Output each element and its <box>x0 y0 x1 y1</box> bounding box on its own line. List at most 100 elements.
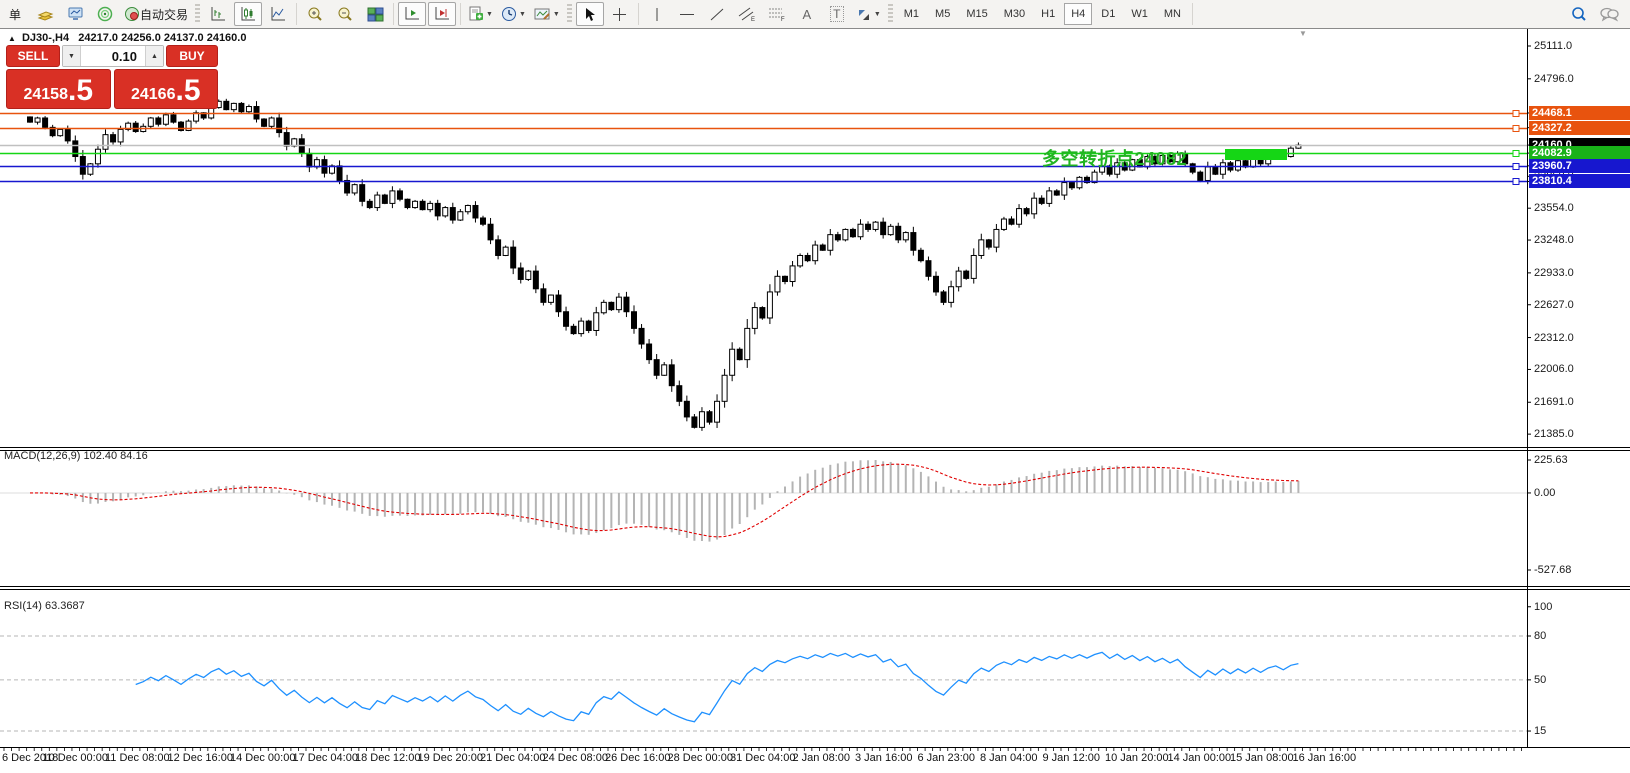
autotrade-label: 自动交易 <box>140 6 188 23</box>
line-anchor-handle[interactable] <box>1513 179 1519 185</box>
sell-button[interactable]: SELL <box>6 45 60 67</box>
market-watch-icon[interactable] <box>61 2 89 26</box>
dropdown-icon: ▼ <box>874 11 881 18</box>
time-axis-label: 17 Dec 04:00 <box>293 752 358 764</box>
toolbar-grip[interactable] <box>888 4 893 24</box>
timeframe-button-mn[interactable]: MN <box>1157 3 1188 25</box>
scroll-marker-icon[interactable]: ▼ <box>1299 29 1307 38</box>
search-button[interactable] <box>1565 2 1593 26</box>
chart-window-icon[interactable] <box>31 2 59 26</box>
tile-windows-icon <box>367 7 384 22</box>
macd-axis-label: -527.68 <box>1534 564 1571 576</box>
indicators-button[interactable]: ▼ <box>465 2 496 26</box>
rsi-axis-label: 15 <box>1534 725 1546 737</box>
svg-text:F: F <box>781 17 785 22</box>
tile-windows-button[interactable] <box>361 2 389 26</box>
one-click-trading-panel: SELL ▼ 0.10 ▲ BUY 24158 .5 24166 .5 <box>6 45 218 109</box>
toolbar-separator <box>460 3 461 25</box>
timeframe-button-h4[interactable]: H4 <box>1064 3 1092 25</box>
price-axis-label: 22312.0 <box>1534 332 1574 344</box>
zoom-in-button[interactable] <box>301 2 329 26</box>
volume-decrease-button[interactable]: ▼ <box>63 46 81 66</box>
chat-icon <box>1599 6 1619 22</box>
bar-chart-icon <box>209 6 227 22</box>
bid-price-button[interactable]: 24158 .5 <box>6 69 111 109</box>
arrows-tool-button[interactable]: ▼ <box>853 2 884 26</box>
comments-button[interactable] <box>1595 2 1623 26</box>
clock-icon <box>501 6 517 22</box>
templates-button[interactable]: ▼ <box>531 2 563 26</box>
mt4-window: 单 自动交易 <box>0 0 1630 773</box>
book-icon <box>37 7 54 22</box>
price-axis-label: 21385.0 <box>1534 428 1574 440</box>
line-anchor-handle[interactable] <box>1513 164 1519 170</box>
text-tool-button[interactable]: A <box>793 2 821 26</box>
search-icon <box>1570 6 1588 23</box>
rsi-indicator-label: RSI(14) 63.3687 <box>4 600 85 612</box>
vline-tool-button[interactable] <box>643 2 671 26</box>
line-anchor-handle[interactable] <box>1513 111 1519 117</box>
line-anchor-handle[interactable] <box>1513 151 1519 157</box>
volume-input[interactable]: 0.10 <box>81 46 145 66</box>
annotation-text[interactable]: 多空转折点24082 <box>1042 145 1232 171</box>
signal-icon <box>97 6 114 22</box>
annotation-highlight-rect[interactable] <box>1225 149 1287 160</box>
label-tool-button[interactable]: T <box>823 2 851 26</box>
timeframe-button-m15[interactable]: M15 <box>959 3 994 25</box>
price-axis-label: 23554.0 <box>1534 202 1574 214</box>
line-chart-icon <box>269 6 287 22</box>
line-anchor-handle[interactable] <box>1513 126 1519 132</box>
timeframe-bar: M1M5M15M30H1H4D1W1MN <box>896 3 1189 25</box>
fibonacci-icon: F <box>768 6 786 22</box>
new-order-button[interactable]: 单 <box>1 2 29 26</box>
toolbar-right <box>1564 2 1624 26</box>
chart-shift-icon <box>433 6 451 22</box>
price-axis-label: 24796.0 <box>1534 73 1574 85</box>
toolbar-grip[interactable] <box>567 4 572 24</box>
volume-stepper: ▼ 0.10 ▲ <box>62 45 164 67</box>
toolbar-grip[interactable] <box>195 4 200 24</box>
horizontal-line-icon <box>679 7 695 22</box>
volume-increase-button[interactable]: ▲ <box>145 46 163 66</box>
signals-icon[interactable] <box>91 2 119 26</box>
macd-indicator-label: MACD(12,26,9) 102.40 84.16 <box>4 450 148 462</box>
fibonacci-tool-button[interactable]: F <box>763 2 791 26</box>
zoom-in-icon <box>306 6 324 23</box>
time-axis-label: 18 Dec 12:00 <box>355 752 420 764</box>
textbox-tool-label: T <box>830 6 843 22</box>
oneclick-toggle-icon[interactable]: ▲ <box>8 34 16 43</box>
auto-scroll-button[interactable] <box>398 2 426 26</box>
ask-pips: .5 <box>175 76 200 106</box>
dropdown-icon: ▼ <box>486 11 493 18</box>
timeframe-button-m1[interactable]: M1 <box>897 3 926 25</box>
buy-button[interactable]: BUY <box>166 45 218 67</box>
ask-price-button[interactable]: 24166 .5 <box>114 69 219 109</box>
time-axis-label: 8 Jan 04:00 <box>980 752 1038 764</box>
periods-button[interactable]: ▼ <box>498 2 529 26</box>
line-chart-button[interactable] <box>264 2 292 26</box>
autotrade-button[interactable]: 自动交易 <box>121 2 191 26</box>
bar-chart-button[interactable] <box>204 2 232 26</box>
timeframe-button-m5[interactable]: M5 <box>928 3 957 25</box>
zoom-out-button[interactable] <box>331 2 359 26</box>
chart-canvas[interactable] <box>0 0 1630 773</box>
hline-tool-button[interactable] <box>673 2 701 26</box>
candle-chart-button[interactable] <box>234 2 262 26</box>
price-tag: 24327.2 <box>1529 121 1630 135</box>
crosshair-tool-button[interactable] <box>606 2 634 26</box>
trendline-tool-button[interactable] <box>703 2 731 26</box>
timeframe-button-h1[interactable]: H1 <box>1034 3 1062 25</box>
crosshair-icon <box>612 7 627 22</box>
time-axis-label: 24 Dec 08:00 <box>543 752 608 764</box>
channel-tool-button[interactable]: E <box>733 2 761 26</box>
timeframe-button-d1[interactable]: D1 <box>1094 3 1122 25</box>
price-tag: 23810.4 <box>1529 174 1630 188</box>
timeframe-button-w1[interactable]: W1 <box>1124 3 1155 25</box>
chart-shift-button[interactable] <box>428 2 456 26</box>
time-axis-label: 21 Dec 04:00 <box>480 752 545 764</box>
timeframe-button-m30[interactable]: M30 <box>997 3 1032 25</box>
toolbar-separator <box>393 3 394 25</box>
new-order-label: 单 <box>9 6 21 23</box>
cursor-tool-button[interactable] <box>576 2 604 26</box>
time-axis-label: 2 Jan 08:00 <box>793 752 851 764</box>
